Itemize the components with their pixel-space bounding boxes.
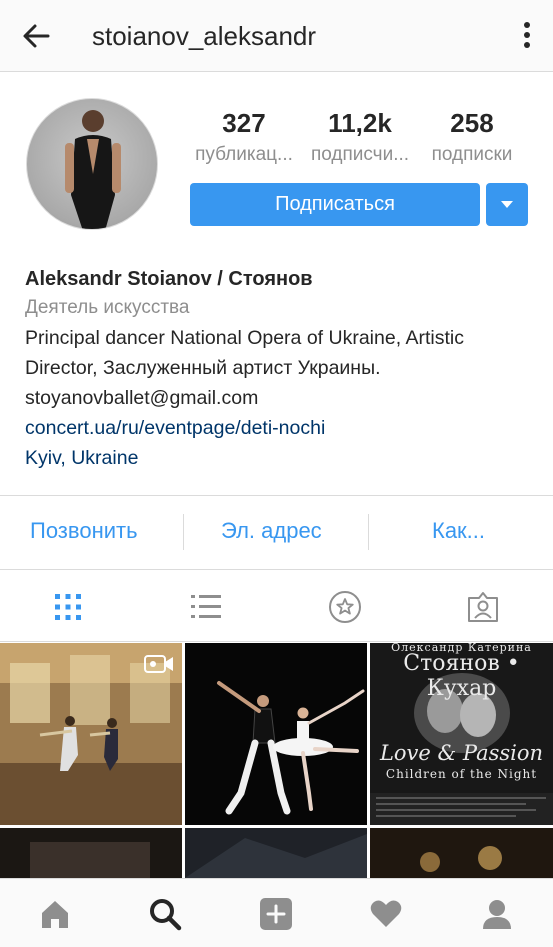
ballet-duo-photo bbox=[185, 643, 367, 825]
email-button[interactable]: Эл. адрес bbox=[221, 514, 322, 548]
avatar[interactable] bbox=[26, 98, 158, 230]
grid-icon[interactable] bbox=[51, 590, 85, 624]
poster-subtitle: Children of the Night bbox=[385, 767, 538, 781]
chevron-down-icon bbox=[501, 201, 513, 208]
post-thumbnail[interactable]: Олександр Катерина Стоянов • Кухар Love … bbox=[370, 643, 553, 825]
post-thumbnail[interactable] bbox=[370, 828, 553, 878]
poster-title: Love & Passion bbox=[379, 741, 544, 765]
arrow-left-icon[interactable] bbox=[22, 22, 50, 50]
add-icon[interactable] bbox=[259, 897, 293, 931]
stat-following[interactable]: 258 подписки bbox=[420, 108, 524, 168]
followers-count: 11,2k bbox=[328, 108, 392, 138]
video-icon bbox=[144, 655, 173, 673]
full-name: Aleksandr Stoianov / Стоянов bbox=[25, 268, 313, 290]
profile-bio: Aleksandr Stoianov / Стоянов Деятель иск… bbox=[25, 265, 535, 473]
poster-headline: Стоянов • Кухар bbox=[403, 651, 520, 701]
post-image bbox=[370, 828, 553, 878]
profile-icon[interactable] bbox=[480, 897, 514, 931]
top-bar: stoianov_aleksandr bbox=[0, 0, 553, 72]
post-thumbnail[interactable] bbox=[0, 643, 182, 825]
search-icon[interactable] bbox=[148, 897, 182, 931]
post-thumbnail[interactable] bbox=[185, 828, 367, 878]
tagged-icon[interactable] bbox=[466, 590, 500, 624]
category-label: Деятель искусства bbox=[25, 297, 190, 318]
action-separator bbox=[368, 514, 369, 550]
more-vertical-icon[interactable] bbox=[523, 20, 531, 52]
post-thumbnail[interactable] bbox=[185, 643, 367, 825]
stat-followers[interactable]: 11,2k подписчи... bbox=[302, 108, 418, 168]
profile-tabs bbox=[0, 570, 553, 642]
home-icon[interactable] bbox=[38, 897, 72, 931]
follow-button[interactable]: Подписаться bbox=[190, 183, 480, 226]
bio-email: stoyanovballet@gmail.com bbox=[25, 387, 259, 409]
avatar-figure bbox=[65, 110, 121, 229]
bio-line-2: Director, Заслуженный артист Украины. bbox=[25, 357, 381, 379]
post-image bbox=[0, 828, 182, 878]
suggestions-dropdown-button[interactable] bbox=[486, 183, 528, 226]
star-icon[interactable] bbox=[328, 590, 362, 624]
website-link[interactable]: concert.ua/ru/eventpage/deti-nochi bbox=[25, 413, 535, 443]
username-title: stoianov_aleksandr bbox=[92, 21, 317, 51]
stat-posts[interactable]: 327 публикац... bbox=[188, 108, 300, 168]
followers-label: подписчи... bbox=[310, 144, 410, 165]
posts-count: 327 bbox=[222, 108, 266, 138]
post-thumbnail[interactable] bbox=[0, 828, 182, 878]
location-link[interactable]: Kyiv, Ukraine bbox=[25, 443, 535, 473]
bio-line-1: Principal dancer National Opera of Ukrai… bbox=[25, 327, 464, 349]
heart-icon[interactable] bbox=[369, 897, 403, 931]
action-separator bbox=[183, 514, 184, 550]
list-icon[interactable] bbox=[189, 590, 223, 624]
contact-actions: Позвонить Эл. адрес Как... bbox=[0, 496, 553, 568]
following-count: 258 bbox=[450, 108, 494, 138]
following-label: подписки bbox=[431, 144, 513, 165]
posts-label: публикац... bbox=[195, 144, 293, 165]
call-button[interactable]: Позвонить bbox=[30, 514, 138, 548]
directions-button[interactable]: Как... bbox=[432, 514, 485, 548]
post-image bbox=[185, 828, 367, 878]
bottom-navigation bbox=[0, 878, 553, 947]
